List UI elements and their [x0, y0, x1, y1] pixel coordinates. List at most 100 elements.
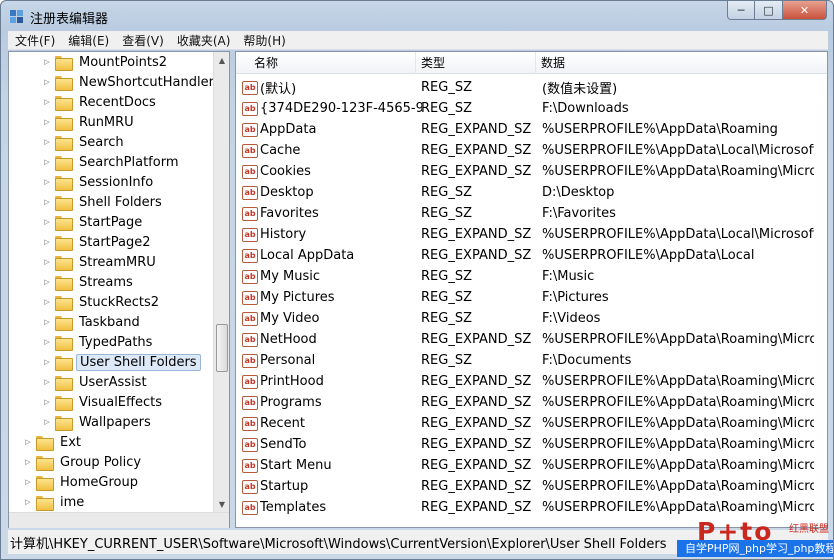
- value-row[interactable]: ab Templates REG_EXPAND_SZ %USERPROFILE%\Ap…: [236, 497, 827, 518]
- expand-arrow-icon[interactable]: ▷: [23, 438, 33, 446]
- column-name-header[interactable]: 名称: [236, 52, 416, 74]
- expand-arrow-icon[interactable]: ▷: [42, 98, 52, 106]
- value-row[interactable]: ab My Pictures REG_SZ F:\Pictures: [236, 287, 827, 308]
- tree-node[interactable]: ▷ StartPage2: [42, 232, 154, 252]
- value-row[interactable]: ab Start Menu REG_EXPAND_SZ %USERPROFILE%\A…: [236, 455, 827, 476]
- tree-scroll-thumb[interactable]: [216, 324, 228, 372]
- value-row[interactable]: ab PrintHood REG_EXPAND_SZ %USERPROFILE%\Ap…: [236, 371, 827, 392]
- tree-node[interactable]: ▷ StartPage: [42, 212, 145, 232]
- expand-arrow-icon[interactable]: ▷: [42, 78, 52, 86]
- expand-arrow-icon[interactable]: ▷: [42, 238, 52, 246]
- tree-node[interactable]: ▷ Group Policy: [23, 452, 144, 472]
- menu-help[interactable]: 帮助(H): [236, 32, 291, 49]
- value-name: Personal: [260, 353, 316, 368]
- value-data: F:\Pictures: [542, 290, 609, 305]
- scroll-down-arrow-icon[interactable]: ▼: [214, 496, 230, 512]
- tree-node[interactable]: ▷ UserAssist: [42, 372, 150, 392]
- value-row[interactable]: ab Personal REG_SZ F:\Documents: [236, 350, 827, 371]
- menu-file[interactable]: 文件(F): [8, 32, 61, 49]
- tree-node[interactable]: ▷ HomeGroup: [23, 472, 141, 492]
- tree-node[interactable]: ▷ NewShortcutHandlers: [42, 72, 213, 92]
- value-row[interactable]: ab My Music REG_SZ F:\Music: [236, 266, 827, 287]
- expand-arrow-icon[interactable]: ▷: [42, 358, 52, 366]
- tree-node[interactable]: ▷ TypedPaths: [42, 332, 155, 352]
- expand-arrow-icon[interactable]: ▷: [23, 458, 33, 466]
- expand-arrow-icon[interactable]: ▷: [42, 138, 52, 146]
- expand-arrow-icon[interactable]: ▷: [42, 378, 52, 386]
- value-row[interactable]: ab Desktop REG_SZ D:\Desktop: [236, 182, 827, 203]
- expand-arrow-icon[interactable]: ▷: [42, 218, 52, 226]
- value-row[interactable]: ab Cache REG_EXPAND_SZ %USERPROFILE%\AppDat…: [236, 140, 827, 161]
- value-row[interactable]: ab NetHood REG_EXPAND_SZ %USERPROFILE%\AppD…: [236, 329, 827, 350]
- expand-arrow-icon[interactable]: ▷: [42, 278, 52, 286]
- menu-view[interactable]: 查看(V): [115, 32, 170, 49]
- title-bar[interactable]: 注册表编辑器 ─ □ ✕: [1, 1, 833, 31]
- value-row[interactable]: ab Programs REG_EXPAND_SZ %USERPROFILE%\App…: [236, 392, 827, 413]
- value-row[interactable]: ab Favorites REG_SZ F:\Favorites: [236, 203, 827, 224]
- menu-edit[interactable]: 编辑(E): [61, 32, 115, 49]
- value-row[interactable]: ab (默认) REG_SZ (数值未设置): [236, 77, 827, 98]
- tree-node[interactable]: ▷ VisualEffects: [42, 392, 165, 412]
- tree-vertical-scrollbar[interactable]: ▲ ▼: [213, 52, 229, 512]
- tree-node[interactable]: ▷ SessionInfo: [42, 172, 156, 192]
- value-name: My Pictures: [260, 290, 335, 305]
- tree-node-label: Search: [79, 134, 124, 150]
- expand-arrow-icon[interactable]: ▷: [42, 338, 52, 346]
- value-type: REG_SZ: [421, 290, 472, 305]
- value-row[interactable]: ab Recent REG_EXPAND_SZ %USERPROFILE%\AppDa…: [236, 413, 827, 434]
- tree-node[interactable]: ▷ MountPoints2: [42, 52, 170, 72]
- regedit-window: 注册表编辑器 ─ □ ✕ 文件(F) 编辑(E) 查看(V) 收藏夹(A) 帮助…: [0, 0, 834, 560]
- watermark-text: 自学PHP网_php学习_php教程: [677, 540, 833, 557]
- tree-node[interactable]: ▷ Search: [42, 132, 127, 152]
- window-controls: ─ □ ✕: [727, 1, 827, 21]
- column-data-header[interactable]: 数据: [536, 52, 826, 74]
- folder-icon: [55, 155, 73, 171]
- scroll-up-arrow-icon[interactable]: ▲: [214, 52, 230, 68]
- menu-favorites[interactable]: 收藏夹(A): [170, 32, 237, 49]
- tree-node[interactable]: ▷ Wallpapers: [42, 412, 154, 432]
- column-type-header[interactable]: 类型: [416, 52, 536, 74]
- expand-arrow-icon[interactable]: ▷: [42, 318, 52, 326]
- expand-arrow-icon[interactable]: ▷: [42, 118, 52, 126]
- folder-icon: [55, 135, 73, 151]
- value-row[interactable]: ab{374DE290-123F-4565-91...REG_SZ F:\Down…: [236, 98, 827, 119]
- tree-horizontal-scrollbar[interactable]: [9, 512, 229, 528]
- tree-node[interactable]: ▷ StuckRects2: [42, 292, 162, 312]
- value-row[interactable]: ab Startup REG_EXPAND_SZ %USERPROFILE%\AppD…: [236, 476, 827, 497]
- expand-arrow-icon[interactable]: ▷: [42, 258, 52, 266]
- expand-arrow-icon[interactable]: ▷: [42, 418, 52, 426]
- expand-arrow-icon[interactable]: ▷: [42, 198, 52, 206]
- expand-arrow-icon[interactable]: ▷: [42, 178, 52, 186]
- value-row[interactable]: ab My Video REG_SZ F:\Videos: [236, 308, 827, 329]
- expand-arrow-icon[interactable]: ▷: [42, 298, 52, 306]
- string-value-icon: ab: [242, 395, 258, 410]
- tree-node[interactable]: ▷ Taskband: [42, 312, 143, 332]
- tree-node[interactable]: ▷ Streams: [42, 272, 136, 292]
- regedit-app-icon: [10, 10, 23, 23]
- value-row[interactable]: ab AppData REG_EXPAND_SZ %USERPROFILE%\AppD…: [236, 119, 827, 140]
- expand-arrow-icon[interactable]: ▷: [23, 478, 33, 486]
- tree-node[interactable]: ▷ User Shell Folders: [42, 352, 201, 372]
- folder-icon: [55, 355, 73, 371]
- value-row[interactable]: ab Local AppData REG_EXPAND_SZ %USERPROFILE…: [236, 245, 827, 266]
- close-button[interactable]: ✕: [783, 1, 827, 20]
- tree-node[interactable]: ▷ RecentDocs: [42, 92, 159, 112]
- tree-node[interactable]: ▷ SearchPlatform: [42, 152, 182, 172]
- value-row[interactable]: ab History REG_EXPAND_SZ %USERPROFILE%\AppD…: [236, 224, 827, 245]
- tree-node[interactable]: ▷ Ext: [23, 432, 84, 452]
- tree-node-label: HomeGroup: [60, 474, 138, 490]
- expand-arrow-icon[interactable]: ▷: [42, 158, 52, 166]
- tree-node[interactable]: ▷ Shell Folders: [42, 192, 165, 212]
- value-row[interactable]: ab SendTo REG_EXPAND_SZ %USERPROFILE%\AppDa…: [236, 434, 827, 455]
- tree-node[interactable]: ▷ StreamMRU: [42, 252, 159, 272]
- expand-arrow-icon[interactable]: ▷: [42, 398, 52, 406]
- tree-node[interactable]: ▷ RunMRU: [42, 112, 137, 132]
- value-row[interactable]: ab Cookies REG_EXPAND_SZ %USERPROFILE%\AppD…: [236, 161, 827, 182]
- minimize-button[interactable]: ─: [727, 1, 755, 20]
- maximize-button[interactable]: □: [755, 1, 783, 20]
- tree-node[interactable]: ▷ ime: [23, 492, 87, 512]
- expand-arrow-icon[interactable]: ▷: [42, 58, 52, 66]
- string-value-icon: ab: [242, 311, 258, 326]
- expand-arrow-icon[interactable]: ▷: [23, 498, 33, 506]
- folder-icon: [55, 335, 73, 351]
